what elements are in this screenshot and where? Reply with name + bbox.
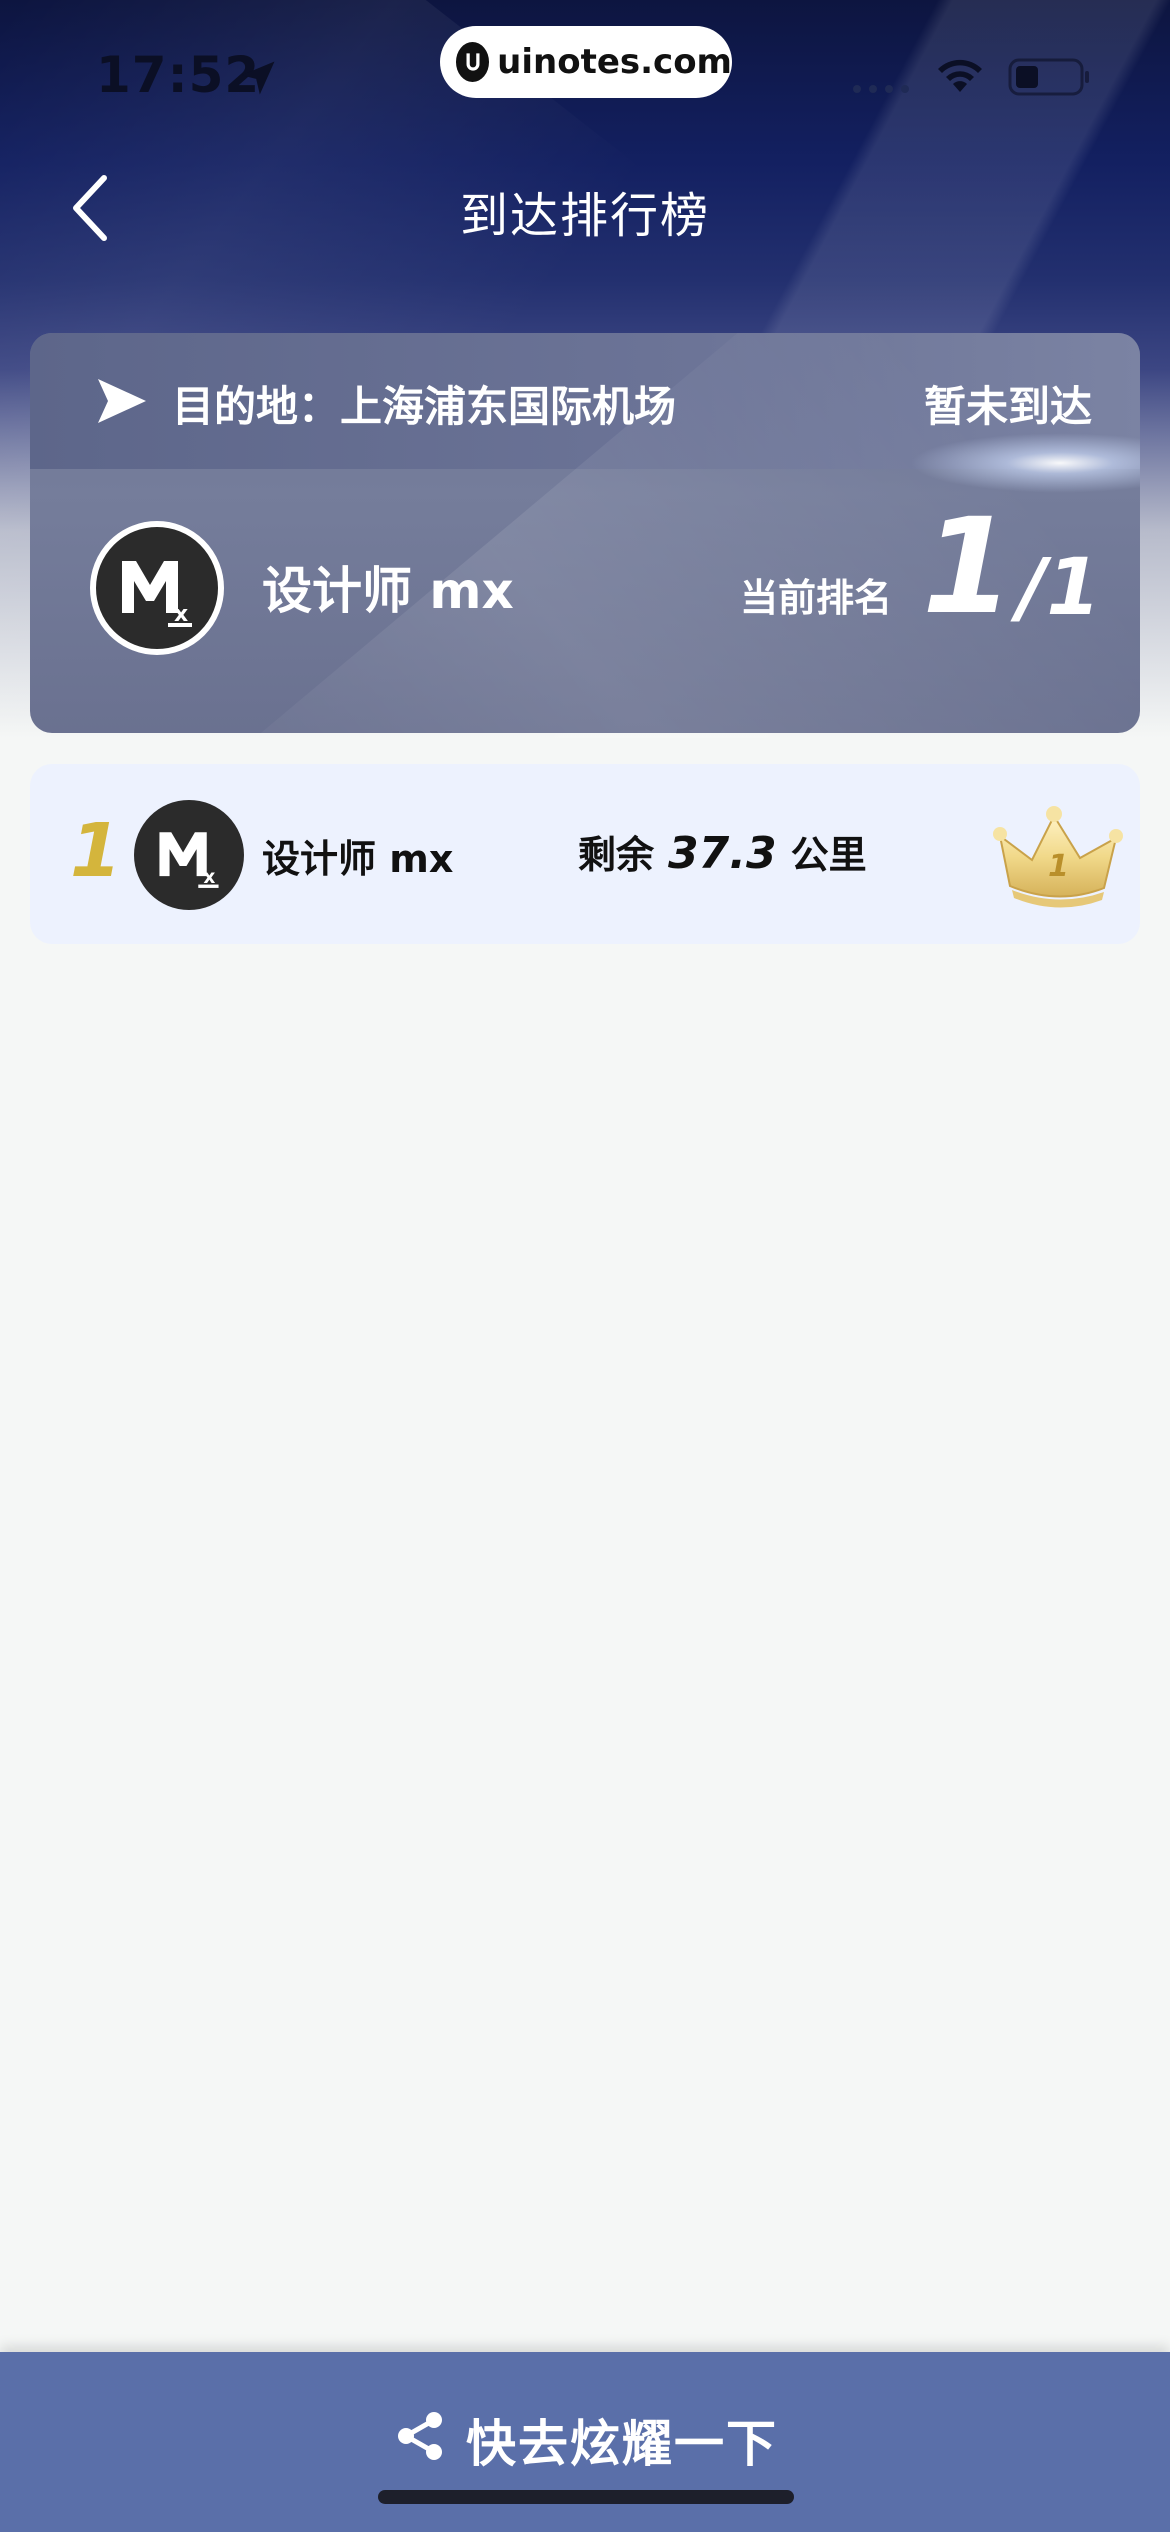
share-button[interactable]: 快去炫耀一下 <box>0 2352 1170 2532</box>
arrival-status: 暂未到达 <box>923 382 1092 431</box>
watermark-badge: uinotes.com <box>440 26 732 98</box>
status-bar: 17:52 uinotes.com <box>0 0 1170 140</box>
remaining-value: 37.3 <box>668 828 777 879</box>
page-title: 到达排行榜 <box>459 188 710 244</box>
row-remaining-distance: 剩余 37.3 公里 <box>578 824 867 879</box>
destination-label: 目的地：上海浦东国际机场 <box>172 382 677 431</box>
svg-text:1: 1 <box>1048 849 1069 884</box>
remaining-unit: 公里 <box>790 833 867 877</box>
share-icon <box>398 2412 442 2460</box>
rank-current: 1 <box>922 490 1014 644</box>
wifi-icon <box>938 59 982 92</box>
leaderboard-row[interactable]: 1 x 设计师 mx 剩余 37.3 公里 1 <box>30 764 1140 944</box>
rank-total: 1 <box>1046 543 1101 633</box>
home-indicator[interactable] <box>378 2490 794 2504</box>
remaining-label: 剩余 <box>578 833 655 877</box>
bottom-bar: 快去炫耀一下 <box>0 2352 1170 2532</box>
rank-separator: / <box>1017 543 1047 633</box>
row-user-name: 设计师 mx <box>262 837 454 881</box>
avatar: x <box>90 521 224 655</box>
watermark-text: uinotes.com <box>497 42 732 82</box>
user-name: 设计师 mx <box>262 562 514 620</box>
current-rank-value: 1 / 1 <box>922 501 1101 633</box>
crown-icon: 1 <box>993 806 1123 908</box>
battery-icon <box>1008 58 1089 96</box>
avatar-logo-icon: x <box>122 561 192 627</box>
share-label: 快去炫耀一下 <box>466 2415 778 2473</box>
current-rank-label: 当前排名 <box>740 576 893 620</box>
navigation-arrow-icon <box>98 379 146 423</box>
signal-icon <box>853 85 909 93</box>
avatar: x <box>134 800 244 910</box>
card-light-glow <box>910 433 1140 493</box>
destination-card: 目的地：上海浦东国际机场 暂未到达 x 设计师 mx 当前排名 1 / 1 <box>30 333 1140 733</box>
location-arrow-icon <box>241 61 275 95</box>
watermark-logo-icon <box>456 42 490 82</box>
avatar-logo-icon: x <box>159 832 219 888</box>
row-rank: 1 <box>70 808 122 894</box>
